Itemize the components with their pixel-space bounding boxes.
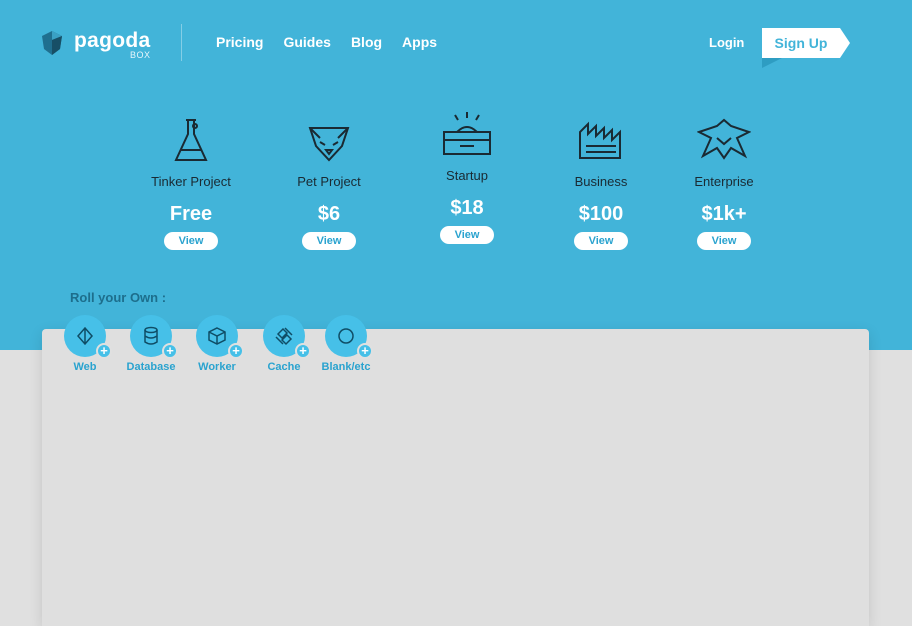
nav-apps[interactable]: Apps	[402, 34, 437, 50]
plan-view-button[interactable]: View	[440, 226, 494, 244]
plan-startup: Startup $18 View	[407, 110, 527, 244]
add-icon[interactable]: +	[295, 343, 311, 359]
add-icon[interactable]: +	[357, 343, 373, 359]
component-label: Database	[126, 361, 176, 373]
signup-button[interactable]: Sign Up	[762, 28, 850, 58]
nav-blog[interactable]: Blog	[351, 34, 382, 50]
plan-name: Tinker Project	[151, 174, 231, 189]
component-database[interactable]: + Database	[121, 315, 181, 373]
plan-name: Enterprise	[694, 174, 754, 189]
plan-business: Business $100 View	[541, 116, 661, 250]
component-circle[interactable]: +	[196, 315, 244, 359]
builder-panel[interactable]	[42, 329, 869, 626]
blank-circle-icon	[338, 328, 354, 344]
plan-price: $1k+	[701, 203, 747, 225]
header-divider	[181, 24, 182, 61]
component-circle[interactable]: +	[64, 315, 112, 359]
factory-icon	[579, 121, 621, 159]
roll-your-own-label: Roll your Own :	[70, 290, 167, 305]
component-cache[interactable]: + Cache	[254, 315, 314, 373]
add-icon[interactable]: +	[228, 343, 244, 359]
web-diamond-icon	[77, 327, 93, 345]
nav-pricing[interactable]: Pricing	[216, 34, 263, 50]
startup-box-icon	[443, 112, 491, 155]
cache-icon	[275, 327, 293, 346]
component-web[interactable]: + Web	[55, 315, 115, 373]
plan-price: $100	[578, 203, 624, 225]
add-icon[interactable]: +	[162, 343, 178, 359]
pagoda-logo-icon	[42, 31, 62, 55]
component-worker[interactable]: + Worker	[187, 315, 247, 373]
component-circle[interactable]: +	[263, 315, 311, 359]
plan-name: Pet Project	[297, 174, 361, 189]
login-link[interactable]: Login	[709, 35, 744, 50]
plan-price: $6	[317, 203, 341, 225]
nav-guides[interactable]: Guides	[283, 34, 330, 50]
plan-enterprise: Enterprise $1k+ View	[664, 116, 784, 250]
logo-text: pagoda BOX	[74, 29, 151, 61]
component-label: Cache	[267, 361, 301, 373]
plan-name: Startup	[446, 168, 488, 183]
worker-cube-icon	[208, 327, 226, 345]
plan-price: Free	[169, 203, 213, 225]
plan-price: $18	[450, 197, 484, 219]
flask-icon	[174, 119, 208, 161]
component-label: Blank/etc	[321, 361, 371, 373]
brand-sub: BOX	[129, 50, 151, 60]
logo[interactable]: pagoda BOX	[42, 29, 151, 61]
component-label: Web	[73, 361, 97, 373]
plan-view-button[interactable]: View	[164, 232, 218, 250]
component-circle[interactable]: +	[325, 315, 373, 359]
plan-view-button[interactable]: View	[697, 232, 751, 250]
eagle-icon	[697, 118, 751, 160]
plan-name: Business	[574, 174, 628, 189]
component-blank[interactable]: + Blank/etc	[316, 315, 376, 373]
add-icon[interactable]: +	[96, 343, 112, 359]
brand-name: pagoda	[74, 29, 151, 52]
component-circle[interactable]: +	[130, 315, 178, 359]
plan-pet: Pet Project $6 View	[269, 116, 389, 250]
plan-view-button[interactable]: View	[574, 232, 628, 250]
main-nav: Pricing Guides Blog Apps	[216, 34, 457, 50]
database-icon	[144, 326, 158, 345]
signup-shadow	[762, 58, 782, 68]
plan-tinker: Tinker Project Free View	[131, 116, 251, 250]
plan-view-button[interactable]: View	[302, 232, 356, 250]
pet-face-icon	[308, 127, 350, 162]
component-label: Worker	[198, 361, 236, 373]
